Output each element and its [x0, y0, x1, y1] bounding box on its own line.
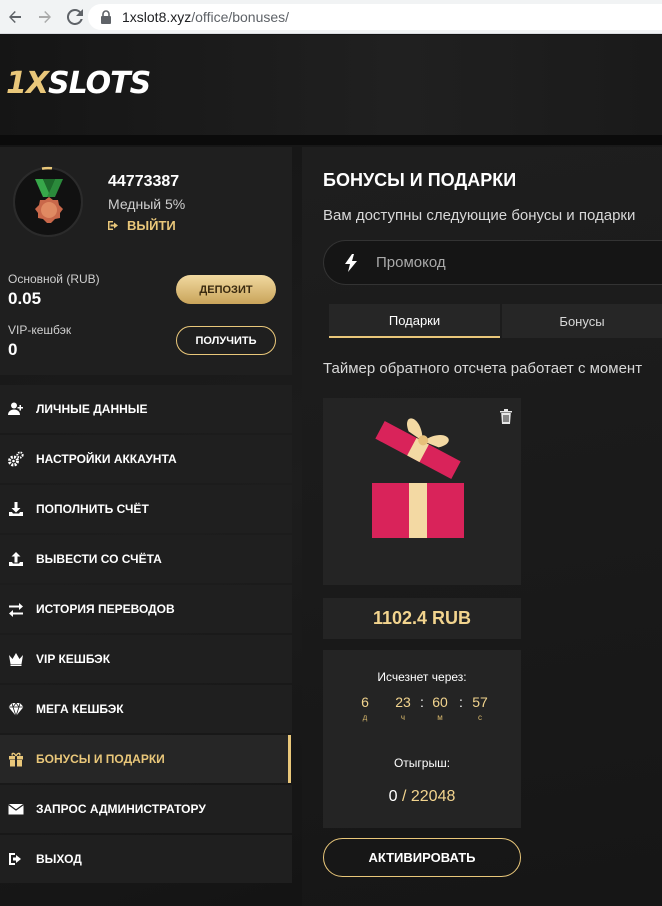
site-header: 1XSLOTS — [0, 35, 662, 135]
sidebar-item-label: ИСТОРИЯ ПЕРЕВОДОВ — [36, 602, 175, 616]
logout-link[interactable]: ВЫЙТИ — [108, 218, 176, 233]
diamond-icon — [8, 701, 24, 717]
url-path: /office/bonuses/ — [191, 9, 290, 25]
tab-bonuses[interactable]: Бонусы — [502, 304, 662, 338]
main-balance-label: Основной (RUB) — [8, 272, 100, 286]
sidebar-item-label: БОНУСЫ И ПОДАРКИ — [36, 752, 165, 766]
promo-field[interactable] — [323, 240, 662, 285]
sidebar-item-admin-request[interactable]: ЗАПРОС АДМИНИСТРАТОРУ — [0, 785, 292, 833]
tab-gifts[interactable]: Подарки — [329, 304, 500, 338]
countdown-separator: : — [459, 694, 463, 710]
main-balance-value: 0.05 — [8, 289, 42, 308]
url-host: 1xslot8.xyz — [122, 9, 192, 25]
sidebar-item-vip-cashback[interactable]: VIP КЕШБЭК — [0, 635, 292, 683]
activate-button[interactable]: АКТИВИРОВАТЬ — [323, 838, 521, 877]
reload-button[interactable] — [60, 0, 90, 34]
sign-out-icon — [8, 851, 24, 867]
sign-out-icon — [108, 221, 118, 230]
vip-cashback-label: VIP-кешбэк — [8, 323, 72, 337]
sidebar-item-label: НАСТРОЙКИ АККАУНТА — [36, 452, 177, 466]
deposit-button[interactable]: ДЕПОЗИТ — [176, 275, 276, 304]
countdown-minutes: 60 м — [432, 694, 448, 722]
tabs: Подарки Бонусы — [329, 304, 662, 338]
sidebar-item-exit[interactable]: ВЫХОД — [0, 835, 292, 883]
gift-box-illustration — [372, 418, 464, 538]
wager-label: Отыгрыш: — [393, 756, 451, 770]
gift-icon — [8, 751, 24, 767]
logout-label: ВЫЙТИ — [127, 218, 176, 233]
sidebar-item-bonuses-gifts[interactable]: БОНУСЫ И ПОДАРКИ — [0, 735, 291, 783]
sidebar-item-account-settings[interactable]: НАСТРОЙКИ АККАУНТА — [0, 435, 292, 483]
promo-input[interactable] — [376, 254, 636, 271]
sidebar-item-withdraw[interactable]: ВЫВЕСТИ СО СЧЁТА — [0, 535, 292, 583]
countdown-timer: 6д 23 ч : 60 м : 57 с — [353, 694, 493, 724]
sidebar-item-label: VIP КЕШБЭК — [36, 652, 111, 666]
forward-button[interactable] — [30, 0, 60, 34]
trash-icon[interactable] — [499, 408, 513, 424]
sidebar-item-mega-cashback[interactable]: МЕГА КЕШБЭК — [0, 685, 292, 733]
header-divider — [0, 135, 662, 145]
page-title: БОНУСЫ И ПОДАРКИ — [323, 170, 517, 190]
arrow-right-icon — [39, 10, 51, 23]
upload-icon — [8, 551, 24, 567]
address-bar[interactable]: 1xslot8.xyz/office/bonuses/ — [88, 4, 662, 30]
site-logo[interactable]: 1XSLOTS — [6, 66, 151, 101]
main-panel: БОНУСЫ И ПОДАРКИ Вам доступны следующие … — [302, 147, 662, 906]
arrow-left-icon — [9, 10, 21, 23]
wager-progress: 0 / 22048 — [388, 788, 456, 805]
user-id: 44773387 — [108, 173, 180, 190]
countdown-days: 6д — [361, 694, 369, 722]
sidebar-item-label: ВЫХОД — [36, 852, 82, 866]
back-button[interactable] — [0, 0, 30, 34]
user-level: Медный 5% — [108, 196, 186, 212]
page-subtitle: Вам доступны следующие бонусы и подарки — [323, 207, 636, 224]
timer-notice: Таймер обратного отсчета работает с моме… — [323, 360, 643, 377]
sidebar-item-label: МЕГА КЕШБЭК — [36, 702, 124, 716]
sidebar-item-deposit[interactable]: ПОПОЛНИТЬ СЧЁТ — [0, 485, 292, 533]
sidebar-item-transfer-history[interactable]: ИСТОРИЯ ПЕРЕВОДОВ — [0, 585, 292, 633]
expires-label: Исчезнет через: — [377, 670, 467, 684]
gift-amount: 1102.4 RUB — [323, 598, 521, 639]
profile-card: 44773387 Медный 5% ВЫЙТИ Основной (RUB) … — [0, 147, 292, 375]
avatar — [13, 166, 83, 237]
vip-cashback-value: 0 — [8, 340, 18, 359]
gears-icon — [8, 451, 24, 467]
countdown-seconds: 57 с — [472, 694, 488, 722]
download-icon — [8, 501, 24, 517]
sidebar-item-label: ЛИЧНЫЕ ДАННЫЕ — [36, 402, 148, 416]
sidebar-item-label: ЗАПРОС АДМИНИСТРАТОРУ — [36, 802, 206, 816]
sidebar-item-label: ПОПОЛНИТЬ СЧЁТ — [36, 502, 149, 516]
countdown-separator: : — [420, 694, 424, 710]
receive-button[interactable]: ПОЛУЧИТЬ — [176, 326, 276, 355]
sidebar-item-personal-data[interactable]: ЛИЧНЫЕ ДАННЫЕ — [0, 385, 292, 433]
transfer-icon — [8, 601, 24, 617]
browser-toolbar: 1xslot8.xyz/office/bonuses/ — [0, 0, 662, 34]
user-plus-icon — [8, 401, 24, 417]
envelope-icon — [8, 801, 24, 817]
lock-icon — [101, 10, 111, 24]
sidebar-item-label: ВЫВЕСТИ СО СЧЁТА — [36, 552, 162, 566]
medal-icon — [35, 179, 63, 223]
countdown-hours: 23 ч — [395, 694, 411, 722]
crown-icon — [8, 651, 24, 667]
gift-info: Исчезнет через: 6д 23 ч : 60 м : 57 с Отыгр… — [323, 650, 521, 828]
gift-card-image — [323, 398, 521, 585]
reload-icon — [67, 8, 83, 25]
bolt-icon — [345, 253, 357, 272]
